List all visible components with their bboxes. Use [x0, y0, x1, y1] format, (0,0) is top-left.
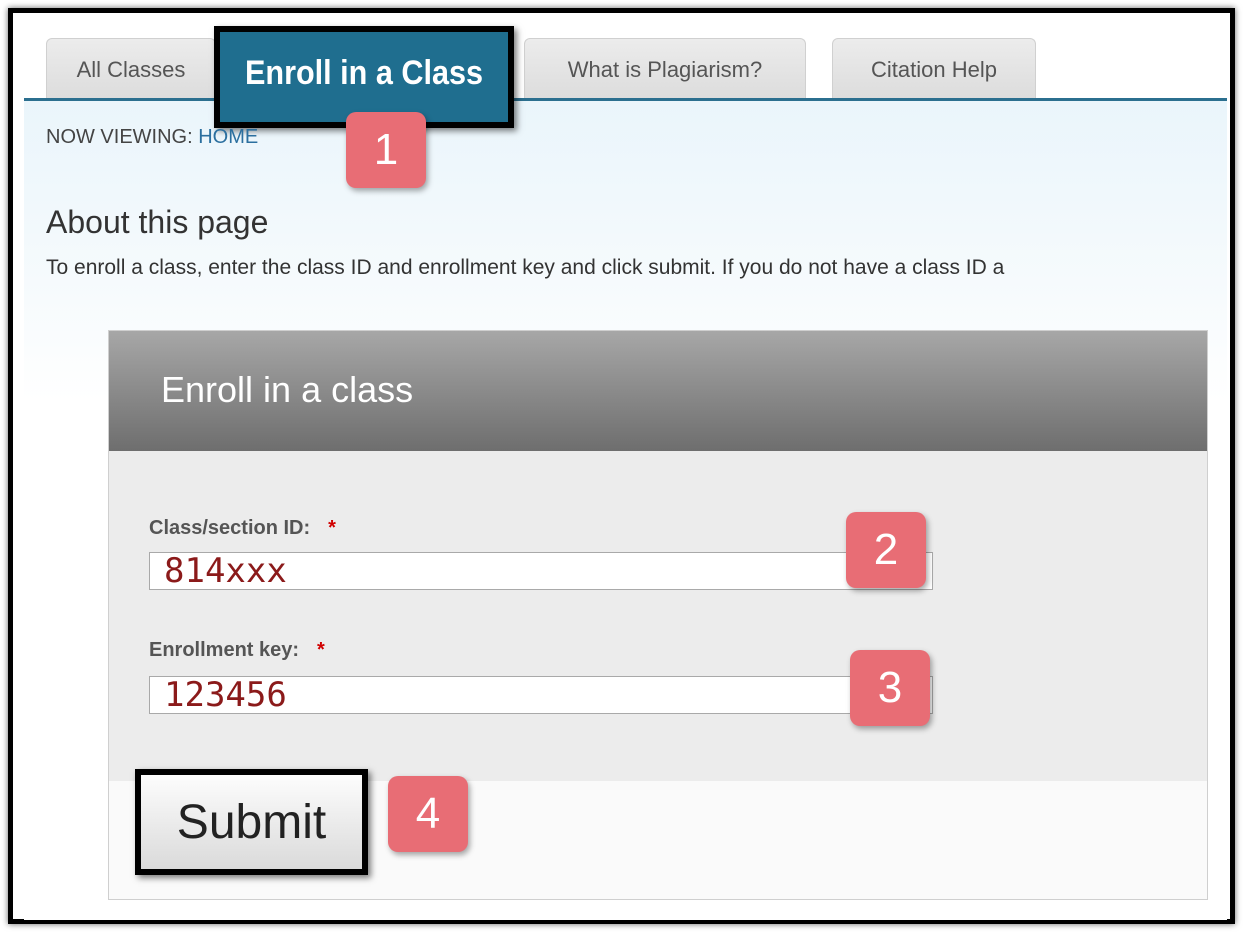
- breadcrumb: NOW VIEWING: HOME: [46, 126, 258, 149]
- tab-label: What is Plagiarism?: [567, 56, 763, 82]
- tab-bar: All Classes What is Plagiarism? Citation…: [24, 20, 1227, 100]
- step-badge-2: 2: [846, 512, 926, 588]
- enrollment-key-label: Enrollment key: *: [149, 639, 325, 662]
- class-id-label: Class/section ID: *: [149, 517, 336, 540]
- panel-header: Enroll in a class: [109, 331, 1207, 451]
- tab-label: All Classes: [76, 56, 186, 82]
- tab-all-classes[interactable]: All Classes: [46, 38, 216, 100]
- step-badge-3: 3: [850, 650, 930, 726]
- tab-label: Enroll in a Class: [244, 54, 484, 92]
- enrollment-key-input[interactable]: 123456: [149, 676, 933, 714]
- breadcrumb-home-link[interactable]: HOME: [198, 126, 258, 148]
- required-marker: *: [317, 639, 325, 661]
- breadcrumb-prefix: NOW VIEWING:: [46, 126, 193, 148]
- required-marker: *: [328, 517, 336, 539]
- step-badge-1: 1: [346, 112, 426, 188]
- page-description: To enroll a class, enter the class ID an…: [46, 256, 1005, 279]
- class-id-input[interactable]: 814xxx: [149, 552, 933, 590]
- tab-citation-help[interactable]: Citation Help: [832, 38, 1036, 100]
- page-viewport: All Classes What is Plagiarism? Citation…: [24, 20, 1227, 920]
- step-badge-4: 4: [388, 776, 468, 852]
- class-id-label-text: Class/section ID:: [149, 517, 311, 539]
- page-title: About this page: [46, 204, 269, 240]
- panel-body: [109, 451, 1207, 781]
- enrollment-key-label-text: Enrollment key:: [149, 639, 300, 661]
- submit-button[interactable]: Submit: [135, 769, 368, 875]
- tab-what-is-plagiarism[interactable]: What is Plagiarism?: [524, 38, 806, 100]
- tab-label: Citation Help: [871, 56, 997, 82]
- panel-title: Enroll in a class: [161, 369, 414, 410]
